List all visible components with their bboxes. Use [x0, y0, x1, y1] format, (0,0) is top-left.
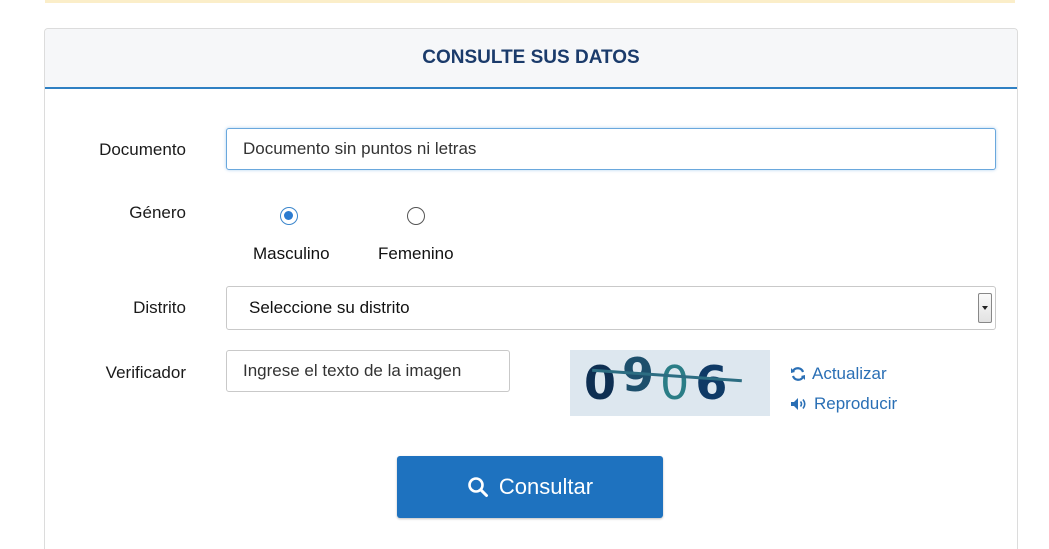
chevron-down-icon[interactable]	[978, 293, 992, 323]
distrito-select[interactable]: Seleccione su distrito	[226, 286, 996, 330]
consultar-label: Consultar	[498, 474, 594, 499]
documento-label: Documento	[99, 140, 186, 159]
audio-label: Reproducir	[814, 394, 898, 413]
verificador-placeholder: Ingrese el texto de la imagen	[243, 361, 462, 380]
verificador-input[interactable]: Ingrese el texto de la imagen	[226, 350, 510, 392]
alert-banner-edge	[45, 0, 1015, 3]
masculino-label[interactable]: Masculino	[253, 244, 330, 264]
captcha-char: 0	[584, 356, 623, 410]
play-audio-link[interactable]: Reproducir	[790, 394, 897, 414]
genero-label: Género	[129, 203, 186, 222]
refresh-label: Actualizar	[812, 364, 887, 383]
documento-input[interactable]: Documento sin puntos ni letras	[226, 128, 996, 170]
distrito-label: Distrito	[133, 298, 186, 317]
search-icon	[467, 476, 489, 498]
femenino-radio[interactable]	[407, 207, 425, 225]
consultar-button[interactable]: Consultar	[397, 456, 663, 518]
volume-icon	[790, 397, 808, 411]
panel-title: CONSULTE SUS DATOS	[45, 29, 1017, 89]
captcha-text: 0906	[584, 348, 734, 410]
verificador-label: Verificador	[105, 363, 186, 382]
refresh-captcha-link[interactable]: Actualizar	[790, 364, 887, 384]
captcha-image: 0906	[570, 348, 770, 416]
captcha-char: 6	[695, 356, 734, 410]
masculino-radio[interactable]	[280, 207, 298, 225]
documento-placeholder: Documento sin puntos ni letras	[243, 139, 477, 158]
captcha-char: 0	[660, 356, 696, 410]
distrito-selected-value: Seleccione su distrito	[249, 298, 410, 317]
refresh-icon	[790, 366, 806, 382]
femenino-label[interactable]: Femenino	[378, 244, 454, 264]
